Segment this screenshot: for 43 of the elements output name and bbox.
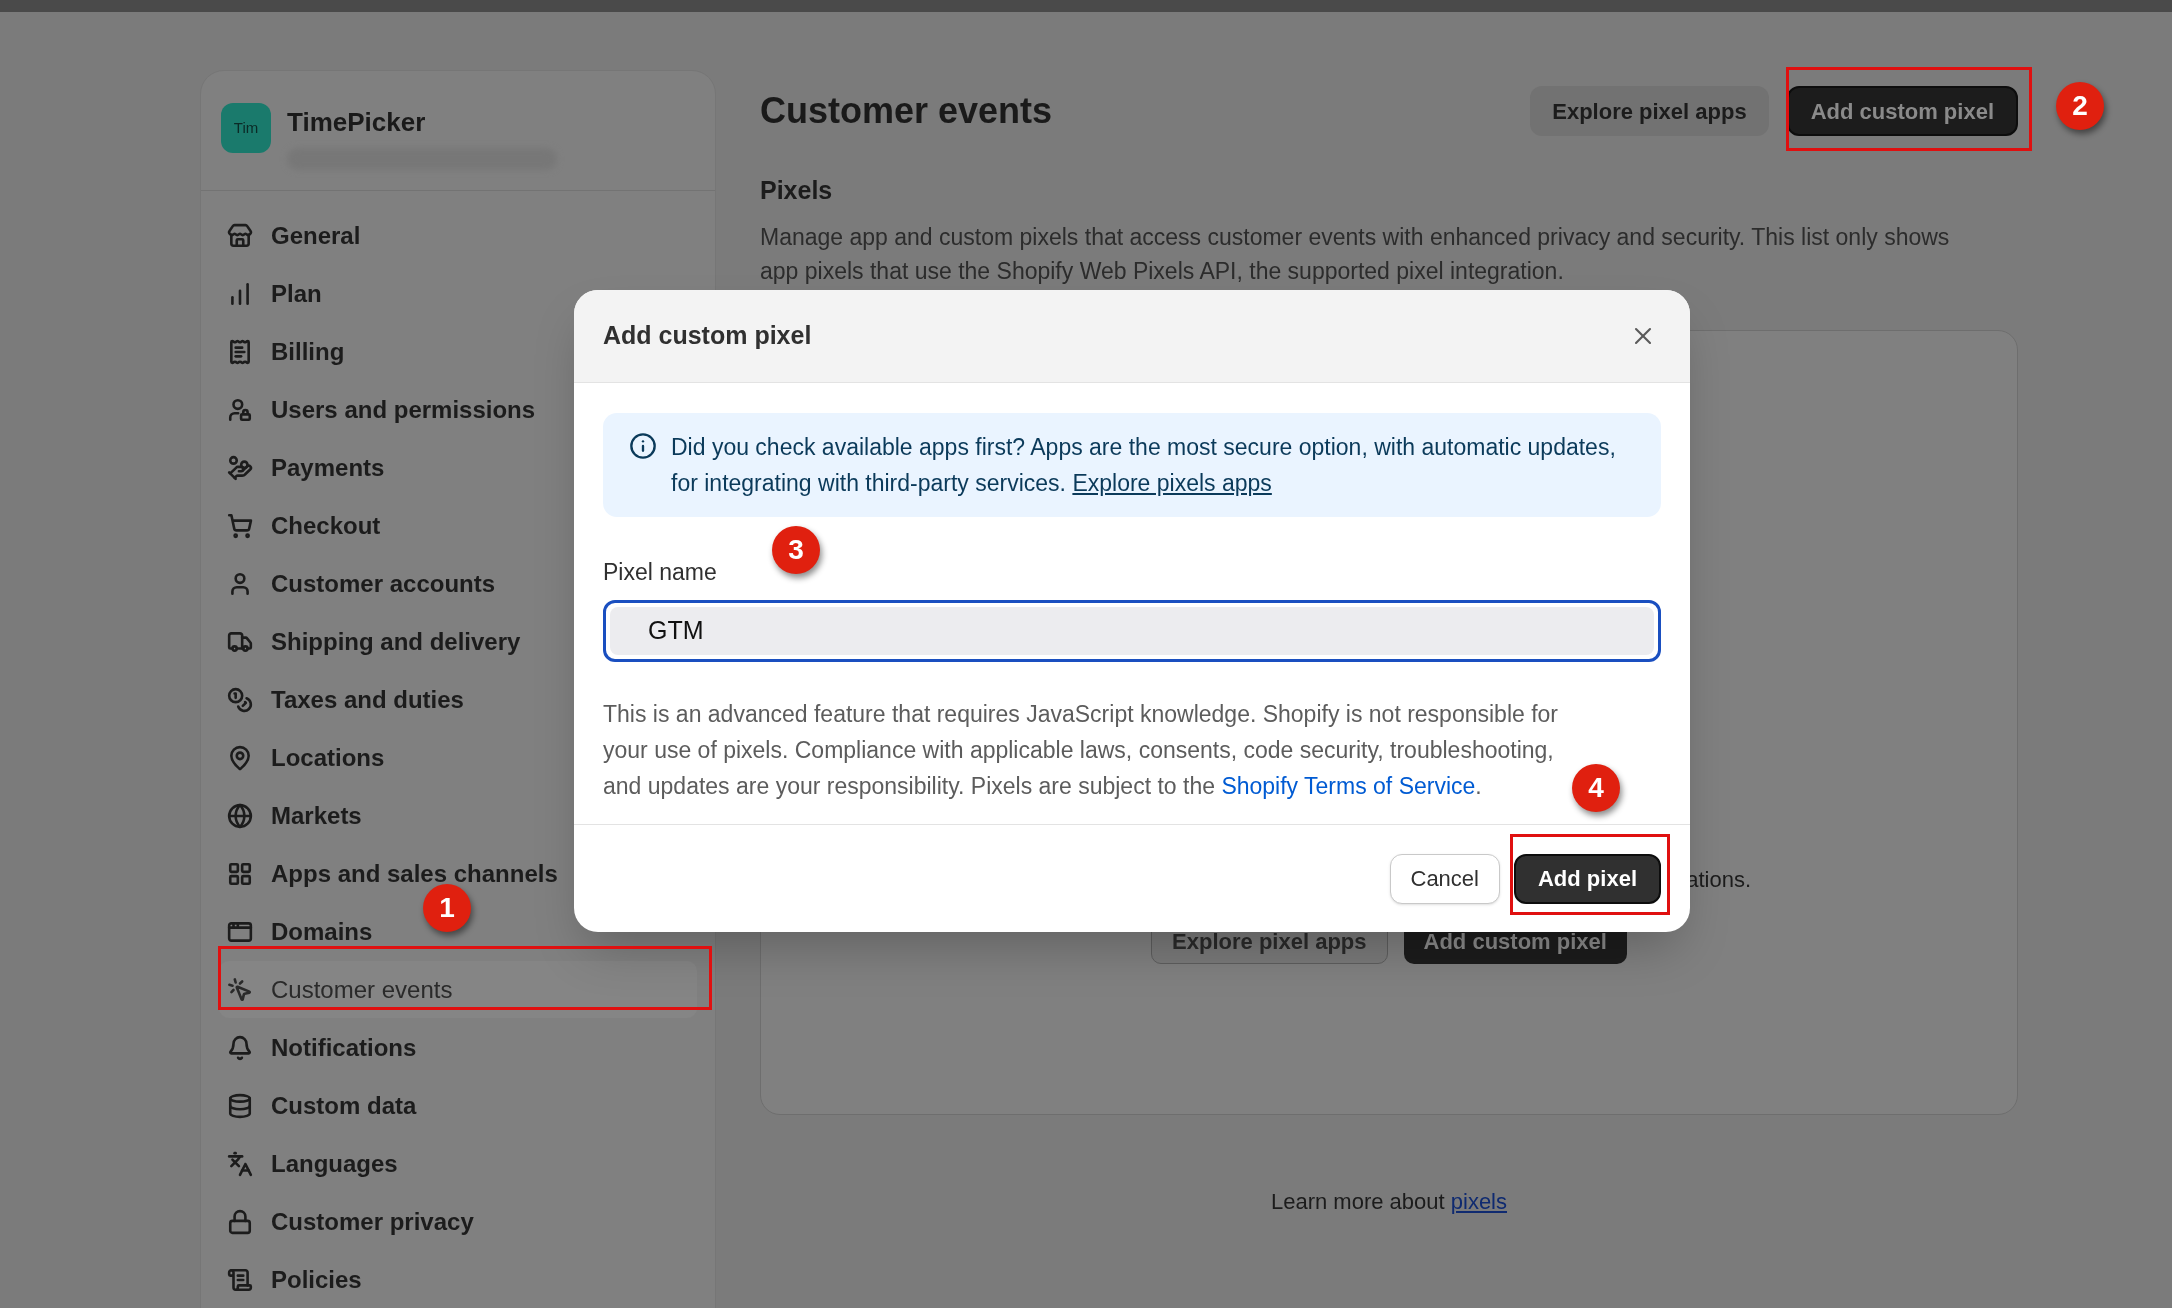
translate-icon	[227, 1150, 253, 1177]
pixels-link[interactable]: pixels	[1450, 1188, 1507, 1214]
disclaimer-text: This is an advanced feature that requires JavaScript knowledge. Shopify is not responsible for your use of pixels. Compliance with applicable laws, consents, code security, troubleshooting, and updates are your responsibility. Pixels are subject to the Shopify Terms of Service.	[603, 699, 1560, 801]
hand-coins-icon	[227, 454, 253, 481]
explore-pixel-apps-button[interactable]: Explore pixel apps	[1530, 86, 1769, 136]
learn-more-text: Learn more about pixels	[1270, 1187, 1507, 1216]
globe-icon	[227, 802, 253, 829]
sidebar-item[interactable]: Plan	[219, 265, 697, 322]
cancel-button[interactable]: Cancel	[1389, 853, 1500, 904]
page-title: Customer events	[760, 89, 1053, 133]
terms-of-service-link[interactable]: Shopify Terms of Service	[1221, 772, 1476, 799]
sidebar-item[interactable]: Custom data	[219, 1077, 697, 1134]
cart-icon	[227, 512, 253, 539]
pixel-name-input[interactable]: GTM	[603, 599, 1661, 662]
sidebar-item[interactable]: Languages	[219, 1135, 697, 1192]
field-label: Pixel name	[603, 558, 718, 587]
user-lock-icon	[227, 396, 253, 423]
sidebar-item[interactable]: Notifications	[219, 1019, 697, 1076]
store-avatar: Tim	[221, 103, 271, 153]
sidebar-item[interactable]: Customer privacy	[219, 1193, 697, 1250]
bell-icon	[227, 1034, 253, 1061]
info-icon	[629, 432, 657, 460]
sidebar-item[interactable]: Checkout	[219, 497, 697, 554]
add-custom-pixel-button[interactable]: Add custom pixel	[1786, 86, 2018, 136]
database-icon	[227, 1092, 253, 1119]
lock-icon	[227, 1208, 253, 1235]
store-icon	[227, 222, 253, 249]
step-badge: 2	[2056, 82, 2104, 130]
map-pin-icon	[227, 744, 253, 771]
add-pixel-button[interactable]: Add pixel	[1514, 853, 1661, 904]
store-name: TimePicker	[287, 106, 427, 139]
scroll-icon	[227, 1266, 253, 1293]
pointer-click-icon	[227, 976, 253, 1003]
sidebar-item[interactable]: Policies	[219, 1251, 697, 1308]
apps-grid-icon	[227, 860, 253, 887]
dialog-title: Add custom pixel	[603, 320, 812, 352]
section-title: Pixels	[760, 175, 834, 206]
explore-pixels-apps-link[interactable]: Explore pixels apps	[1072, 470, 1272, 496]
sidebar-item[interactable]: General	[219, 207, 697, 264]
coins-icon	[227, 686, 253, 713]
section-description: Manage app and custom pixels that access customer events with enhanced privacy and security. This list only shows app pixels that use the Shopify Web Pixels API, the supported pixel integration.	[760, 222, 1951, 286]
sidebar-item[interactable]: Customer events	[219, 961, 697, 1018]
receipt-icon	[227, 338, 253, 365]
